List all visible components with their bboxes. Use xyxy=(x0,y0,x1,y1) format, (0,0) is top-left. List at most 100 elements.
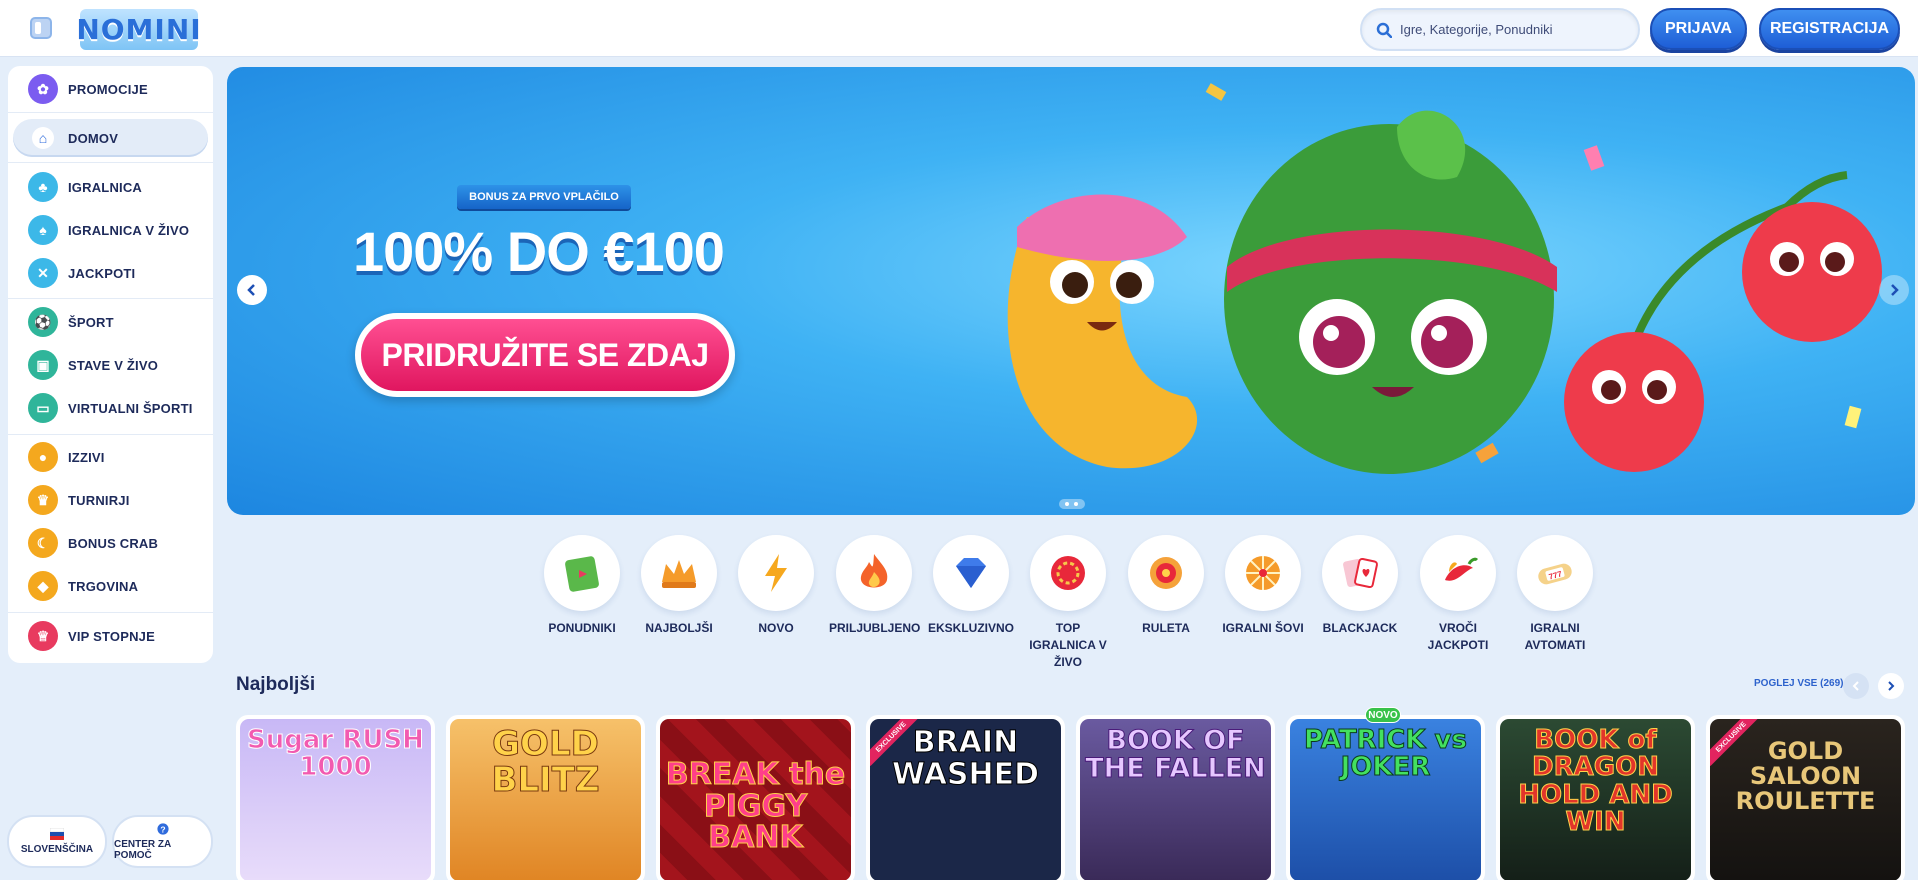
game-title: BREAK the PIGGY BANK xyxy=(665,757,846,855)
chip-icon: ✕ xyxy=(28,258,58,288)
game-tile[interactable]: PATRICK vs JOKER xyxy=(1286,715,1485,880)
sidebar-item-igralnica-v-zivo[interactable]: ♠ IGRALNICA V ŽIVO xyxy=(13,211,208,249)
sidebar-toggle-icon[interactable] xyxy=(30,17,52,39)
book-icon xyxy=(544,535,620,611)
search-input[interactable] xyxy=(1400,10,1630,49)
game-thumbnail: BREAK the PIGGY BANK xyxy=(660,719,851,880)
search-icon xyxy=(1376,22,1392,38)
join-now-button[interactable]: PRIDRUŽITE SE ZDAJ xyxy=(355,313,735,397)
chevron-left-icon xyxy=(247,284,255,296)
shop-icon: ◆ xyxy=(28,571,58,601)
sidebar-divider xyxy=(8,434,213,435)
sidebar-item-domov[interactable]: ⌂ DOMOV xyxy=(13,119,208,157)
live-icon: ▣ xyxy=(28,350,58,380)
sidebar-item-label: IGRALNICA xyxy=(68,179,143,195)
sidebar-item-label: VIRTUALNI ŠPORTI xyxy=(68,400,193,416)
category-igralni-sovi[interactable]: IGRALNI ŠOVI xyxy=(1218,535,1308,637)
category-blackjack[interactable]: BLACKJACK xyxy=(1315,535,1405,637)
category-label: NOVO xyxy=(758,621,794,635)
game-thumbnail: Sugar RUSH 1000 xyxy=(240,719,431,880)
hero-banner[interactable]: BONUS ZA PRVO VPLAČILO 100% DO €100 PRID… xyxy=(227,67,1915,515)
category-label: PRILJUBLJENO xyxy=(829,621,921,635)
sidebar-item-jackpoti[interactable]: ✕ JACKPOTI xyxy=(13,254,208,292)
sidebar-item-sport[interactable]: ⚽ ŠPORT xyxy=(13,303,208,341)
game-tile[interactable]: BREAK the PIGGY BANK xyxy=(656,715,855,880)
sidebar-item-stave-v-zivo[interactable]: ▣ STAVE V ŽIVO xyxy=(13,346,208,384)
sidebar-divider xyxy=(8,162,213,163)
nomini-logo[interactable]: NOMINI xyxy=(76,9,201,50)
search-box[interactable] xyxy=(1360,8,1640,51)
view-all-link[interactable]: POGLEJ VSE (269) xyxy=(1754,678,1843,689)
category-priljubljeno[interactable]: PRILJUBLJENO xyxy=(829,535,921,637)
category-igralni-avtomati[interactable]: 777 IGRALNI AVTOMATI xyxy=(1510,535,1600,654)
sidebar-item-label: IGRALNICA V ŽIVO xyxy=(68,222,190,238)
slot-icon: 777 xyxy=(1517,535,1593,611)
game-tile[interactable]: Sugar RUSH 1000 xyxy=(236,715,435,880)
register-button[interactable]: REGISTRACIJA xyxy=(1759,8,1900,50)
category-label: PONUDNIKI xyxy=(548,621,616,635)
sidebar-item-bonus-crab[interactable]: ☾ BONUS CRAB xyxy=(13,524,208,562)
category-ekskluzivno[interactable]: EKSKLUZIVNO xyxy=(926,535,1016,637)
sidebar-item-label: JACKPOTI xyxy=(68,265,136,281)
diamond-icon xyxy=(933,535,1009,611)
svg-text:?: ? xyxy=(160,824,165,834)
sidebar-item-label: TRGOVINA xyxy=(68,578,139,594)
sidebar-item-promocije[interactable]: ✿ PROMOCIJE xyxy=(13,70,208,108)
pepper-icon xyxy=(1420,535,1496,611)
sidebar-item-virtualni-sporti[interactable]: ▭ VIRTUALNI ŠPORTI xyxy=(13,389,208,427)
hero-next-arrow[interactable] xyxy=(1879,275,1909,305)
category-ruleta[interactable]: RULETA xyxy=(1121,535,1211,637)
category-label: IGRALNI ŠOVI xyxy=(1222,621,1304,635)
sidebar-item-igralnica[interactable]: ♣ IGRALNICA xyxy=(13,168,208,206)
game-tile[interactable]: EXCLUSIVE BRAIN WASHED xyxy=(866,715,1065,880)
game-thumbnail: BOOK of DRAGON HOLD AND WIN xyxy=(1500,719,1691,880)
hero-dot[interactable] xyxy=(1074,502,1078,506)
game-tile[interactable]: EXCLUSIVE GOLD SALOON ROULETTE xyxy=(1706,715,1905,880)
flame-icon xyxy=(836,535,912,611)
category-najboljsi[interactable]: NAJBOLJŠI xyxy=(634,535,724,637)
cards-icon: ♠ xyxy=(28,215,58,245)
game-title: BOOK OF THE FALLEN xyxy=(1085,725,1267,785)
category-novo[interactable]: NOVO xyxy=(731,535,821,637)
game-thumbnail: EXCLUSIVE GOLD SALOON ROULETTE xyxy=(1710,719,1901,880)
sidebar-item-vip-stopnje[interactable]: ♕ VIP STOPNJE xyxy=(13,617,208,655)
game-title: PATRICK vs JOKER xyxy=(1304,725,1468,783)
category-top-igralnica-v-zivo[interactable]: TOP IGRALNICA V ŽIVO xyxy=(1023,535,1113,671)
category-label: VROČI JACKPOTI xyxy=(1427,621,1489,652)
sidebar-item-izzivi[interactable]: ● IZZIVI xyxy=(13,438,208,476)
help-label: CENTER ZA POMOČ xyxy=(114,838,171,861)
sidebar-item-label: DOMOV xyxy=(68,130,119,146)
sidebar-item-label: STAVE V ŽIVO xyxy=(68,357,159,373)
language-button[interactable]: SLOVENŠČINA xyxy=(7,815,107,868)
language-label: SLOVENŠČINA xyxy=(20,844,94,855)
crown-icon xyxy=(641,535,717,611)
hero-pagination[interactable] xyxy=(1059,499,1085,509)
game-title: GOLD BLITZ xyxy=(491,724,600,800)
game-tile[interactable]: GOLD BLITZ xyxy=(446,715,645,880)
chip-icon xyxy=(1030,535,1106,611)
carousel-next-button[interactable] xyxy=(1878,673,1904,699)
sidebar-item-trgovina[interactable]: ◆ TRGOVINA xyxy=(13,567,208,605)
help-center-button[interactable]: ? CENTER ZA POMOČ xyxy=(112,815,213,868)
sidebar-item-turnirji[interactable]: ♛ TURNIRJI xyxy=(13,481,208,519)
ball-icon: ⚽ xyxy=(28,307,58,337)
medal-icon: ● xyxy=(28,442,58,472)
chevron-right-icon xyxy=(1891,284,1899,296)
hero-prev-arrow[interactable] xyxy=(237,275,267,305)
category-ponudniki[interactable]: PONUDNIKI xyxy=(537,535,627,637)
chevron-left-icon xyxy=(1852,681,1859,691)
home-icon: ⌂ xyxy=(32,127,54,149)
sidebar-item-label: PROMOCIJE xyxy=(68,81,148,97)
cherry-icon: ♣ xyxy=(28,172,58,202)
category-label: TOP IGRALNICA V ŽIVO xyxy=(1029,621,1107,669)
game-tile[interactable]: BOOK OF THE FALLEN xyxy=(1076,715,1275,880)
login-button[interactable]: PRIJAVA xyxy=(1650,8,1747,50)
cards-icon xyxy=(1322,535,1398,611)
hero-ribbon: BONUS ZA PRVO VPLAČILO xyxy=(457,185,631,209)
game-tile[interactable]: BOOK of DRAGON HOLD AND WIN xyxy=(1496,715,1695,880)
carousel-prev-button[interactable] xyxy=(1843,673,1869,699)
category-vroci-jackpoti[interactable]: VROČI JACKPOTI xyxy=(1413,535,1503,654)
top-header: NOMINI PRIJAVA REGISTRACIJA xyxy=(0,0,1918,57)
hero-dot[interactable] xyxy=(1065,502,1069,506)
game-thumbnail: GOLD BLITZ xyxy=(450,719,641,880)
